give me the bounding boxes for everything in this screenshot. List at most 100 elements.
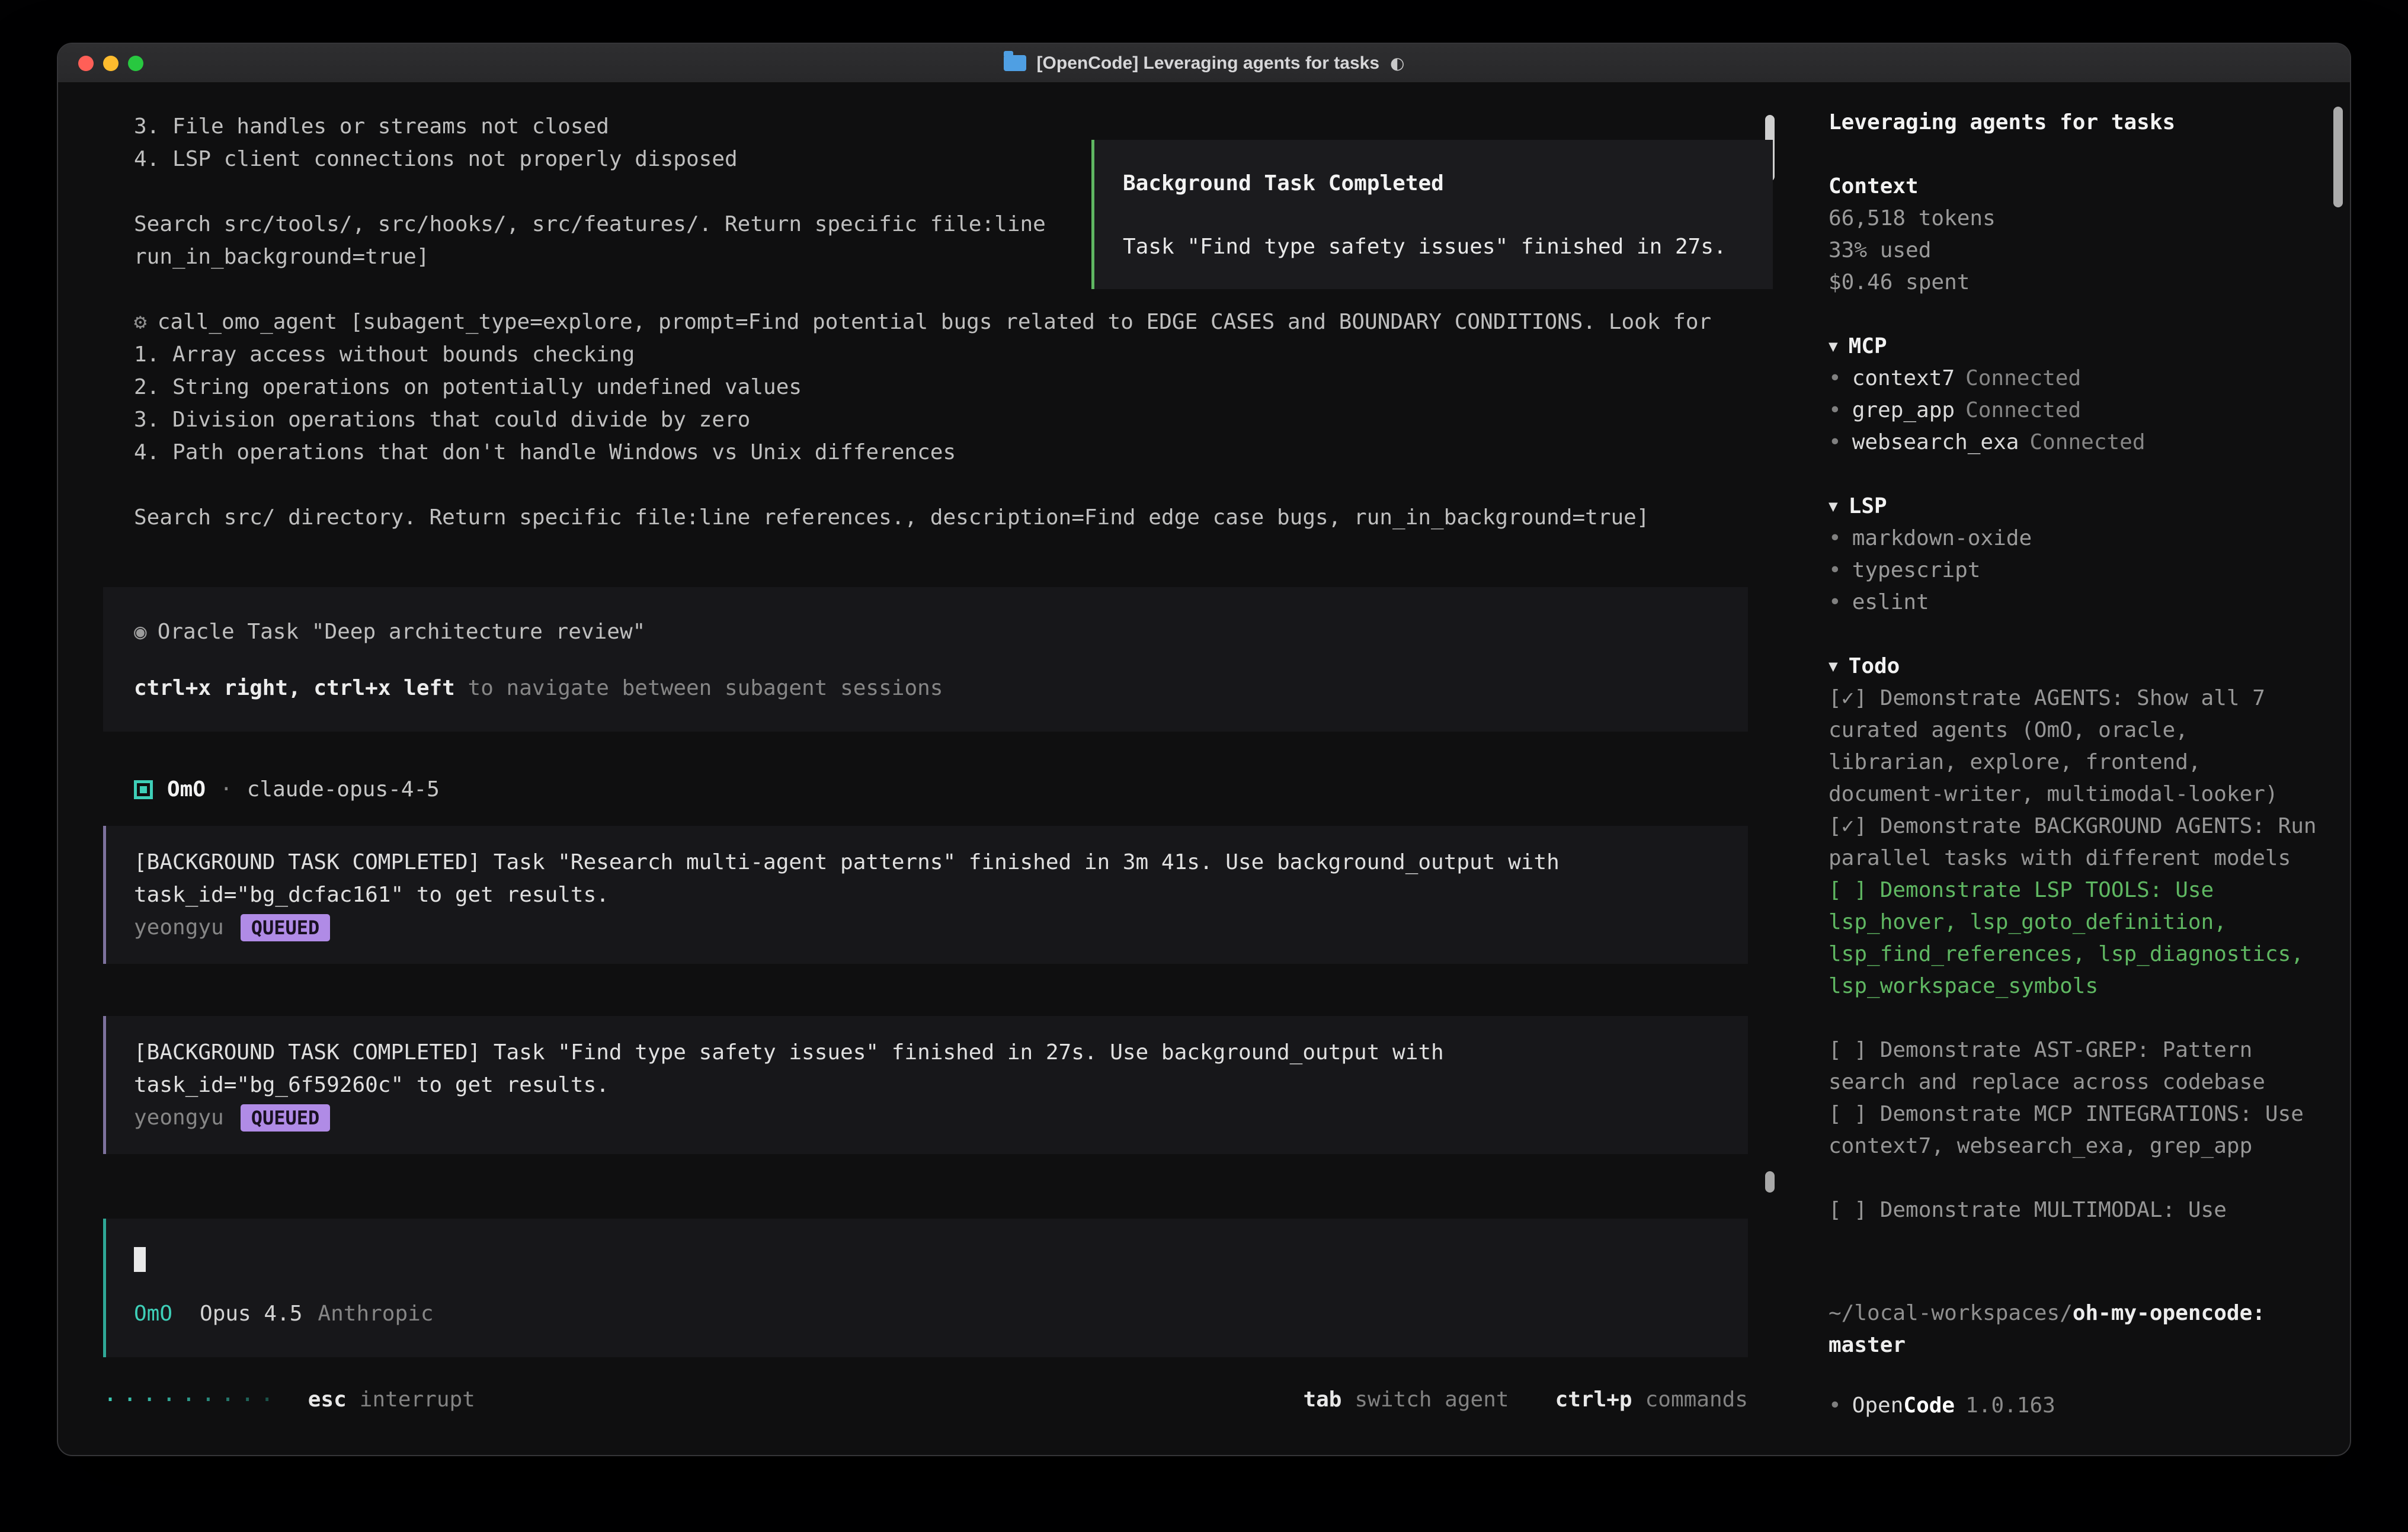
lsp-list: •markdown-oxide•typescript•eslint — [1829, 523, 2321, 618]
message-meta: yeongyu QUEUED — [134, 911, 1724, 944]
mcp-list: •context7Connected•grep_appConnected•web… — [1829, 363, 2321, 459]
chevron-down-icon: ▼ — [1829, 491, 1838, 523]
esc-key-label: interrupt — [360, 1387, 475, 1412]
background-task-message[interactable]: [BACKGROUND TASK COMPLETED] Task "Find t… — [103, 1016, 1748, 1154]
todo-heading-text: Todo — [1849, 650, 1900, 682]
close-button[interactable] — [78, 56, 94, 71]
mcp-name: websearch_exa — [1852, 430, 2019, 454]
bullet-icon: • — [1829, 526, 1842, 550]
message-list: [BACKGROUND TASK COMPLETED] Task "Resear… — [134, 826, 1748, 1154]
tool-call-detail-lines: 1. Array access without bounds checking2… — [134, 338, 1748, 534]
sidebar-scrollbar[interactable] — [2333, 107, 2343, 207]
todo-item: [✓] Demonstrate AGENTS: Show all 7 curat… — [1829, 682, 2321, 810]
context-used: 33% used — [1829, 235, 2321, 267]
todo-item — [1829, 1002, 2321, 1034]
bullet-icon: • — [1829, 366, 1842, 390]
toast-body: Task "Find type safety issues" finished … — [1123, 230, 1744, 263]
record-icon: ◉ — [134, 620, 147, 644]
scrollbar-thumb-bottom[interactable] — [1765, 1171, 1775, 1193]
bullet-icon: • — [1829, 430, 1842, 454]
model-row: OmO Opus 4.5 Anthropic — [134, 1297, 1724, 1330]
mcp-section-toggle[interactable]: ▼ MCP — [1829, 331, 2321, 363]
chevron-down-icon: ▼ — [1829, 331, 1838, 363]
active-agent[interactable]: OmO — [134, 1302, 172, 1326]
context-section: Context 66,518 tokens 33% used $0.46 spe… — [1829, 171, 2321, 299]
oracle-task-box[interactable]: ◉Oracle Task "Deep architecture review" … — [103, 587, 1748, 732]
window-title: [OpenCode] Leveraging agents for tasks◐ — [1004, 53, 1405, 73]
commands-key-label: commands — [1645, 1387, 1748, 1412]
status-badge: QUEUED — [241, 914, 331, 941]
status-badge: QUEUED — [241, 1104, 331, 1132]
prompt-input[interactable]: OmO Opus 4.5 Anthropic — [103, 1219, 1748, 1357]
agent-header: OmO · claude-opus-4-5 — [134, 773, 1748, 806]
zoom-button[interactable] — [128, 56, 143, 71]
window-controls — [78, 44, 143, 82]
lsp-item: •markdown-oxide — [1829, 523, 2321, 555]
background-task-message[interactable]: [BACKGROUND TASK COMPLETED] Task "Resear… — [103, 826, 1748, 964]
message-line-1: [BACKGROUND TASK COMPLETED] Task "Resear… — [134, 846, 1724, 879]
mcp-name: context7 — [1852, 366, 1955, 390]
context-tokens: 66,518 tokens — [1829, 203, 2321, 235]
mcp-heading-text: MCP — [1849, 331, 1887, 363]
mcp-status: Connected — [1965, 366, 2081, 390]
context-spent: $0.46 spent — [1829, 267, 2321, 299]
active-model[interactable]: Opus 4.5 — [200, 1302, 302, 1326]
todo-item: [ ] Demonstrate MULTIMODAL: Use — [1829, 1194, 2321, 1226]
lsp-section-toggle[interactable]: ▼ LSP — [1829, 491, 2321, 523]
app-name-bold: Code — [1903, 1393, 1955, 1418]
sidebar-bottom: ~/local-workspaces/oh-my-opencode: maste… — [1829, 1297, 2321, 1422]
notification-toast[interactable]: Background Task Completed Task "Find typ… — [1091, 140, 1773, 289]
todo-item: [ ] Demonstrate LSP TOOLS: Use lsp_hover… — [1829, 874, 2321, 1002]
lsp-heading-text: LSP — [1849, 491, 1887, 523]
terminal-line: 3. File handles or streams not closed — [134, 110, 1748, 143]
tool-call-text: call_omo_agent [subagent_type=explore, p… — [158, 310, 1712, 334]
oracle-task-title: Oracle Task "Deep architecture review" — [158, 620, 646, 644]
esc-key-hint: esc — [308, 1387, 347, 1412]
workspace-path-prefix: ~/local-workspaces/ — [1829, 1301, 2073, 1325]
workspace-path-name: oh-my-opencode: — [2073, 1301, 2265, 1325]
terminal-line: 2. String operations on potentially unde… — [134, 371, 1748, 403]
message-author: yeongyu — [134, 1101, 224, 1134]
window-content: 3. File handles or streams not closed4. … — [58, 83, 2350, 1455]
mcp-section: ▼MCP •context7Connected•grep_appConnecte… — [1829, 331, 2321, 459]
tab-key-label: switch agent — [1354, 1387, 1509, 1412]
message-author: yeongyu — [134, 911, 224, 944]
terminal-line: 3. Division operations that could divide… — [134, 403, 1748, 436]
hint-keys: ctrl+x right, ctrl+x left — [134, 676, 455, 700]
agent-square-icon — [134, 780, 153, 799]
terminal-line: 1. Array access without bounds checking — [134, 338, 1748, 371]
bullet-icon: • — [1829, 398, 1842, 422]
terminal-line: Search src/ directory. Return specific f… — [134, 501, 1748, 534]
chevron-down-icon: ▼ — [1829, 650, 1838, 682]
oracle-task-title-line: ◉ Oracle Task "Deep architecture review" — [134, 616, 1719, 648]
message-line-1: [BACKGROUND TASK COMPLETED] Task "Find t… — [134, 1036, 1724, 1069]
todo-section: ▼ Todo [✓] Demonstrate AGENTS: Show all 7… — [1829, 650, 2321, 1226]
agent-name: OmO — [167, 777, 206, 802]
todo-section-toggle[interactable]: ▼ Todo — [1829, 650, 2321, 682]
message-line-2: task_id="bg_dcfac161" to get results. — [134, 879, 1724, 911]
navigation-hint: ctrl+x right, ctrl+x left to navigate be… — [134, 672, 1719, 704]
minimize-button[interactable] — [103, 56, 119, 71]
mcp-status: Connected — [1965, 398, 2081, 422]
model-provider: Anthropic — [318, 1302, 433, 1326]
lsp-item: •typescript — [1829, 555, 2321, 586]
status-bar: ········· esc interrupt tab switch agent… — [103, 1383, 1748, 1416]
chat-panel: 3. File handles or streams not closed4. … — [58, 83, 1805, 1455]
app-version: 1.0.163 — [1965, 1393, 2055, 1418]
todo-item: [ ] Demonstrate AST-GREP: Pattern search… — [1829, 1034, 2321, 1098]
agent-model: claude-opus-4-5 — [247, 777, 440, 802]
mcp-status: Connected — [2029, 430, 2145, 454]
todo-item: [ ] Demonstrate MCP INTEGRATIONS: Use co… — [1829, 1098, 2321, 1162]
sidebar: Leveraging agents for tasks Context 66,5… — [1805, 83, 2350, 1455]
tool-call-line: ⚙ call_omo_agent [subagent_type=explore, … — [134, 306, 1748, 338]
todo-item — [1829, 1162, 2321, 1194]
prompt-cursor-line[interactable] — [134, 1242, 1724, 1275]
lsp-item: •eslint — [1829, 586, 2321, 618]
message-meta: yeongyu QUEUED — [134, 1101, 1724, 1134]
mcp-item: •grep_appConnected — [1829, 395, 2321, 427]
timer-icon: ◐ — [1390, 53, 1404, 73]
app-name-normal: Open — [1852, 1393, 1904, 1418]
titlebar[interactable]: [OpenCode] Leveraging agents for tasks◐ — [58, 44, 2350, 83]
text-cursor — [134, 1247, 146, 1272]
gear-icon: ⚙ — [134, 310, 147, 334]
